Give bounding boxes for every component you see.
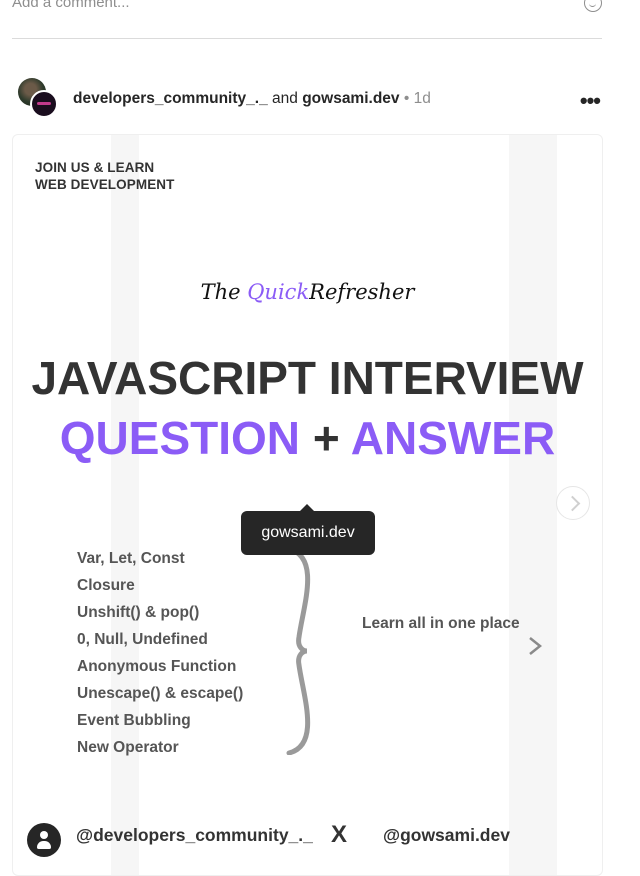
learn-text: Learn all in one place <box>362 615 520 632</box>
user-icon-body <box>37 841 51 849</box>
headline-plus: + <box>312 412 340 464</box>
x-mark: X <box>331 821 348 848</box>
curly-brace-icon <box>286 547 311 755</box>
join-text: JOIN US & LEARN WEB DEVELOPMENT <box>35 159 175 193</box>
author-primary-link[interactable]: developers_community_._ <box>73 90 268 107</box>
time-separator: • <box>403 90 410 107</box>
join-line-2: WEB DEVELOPMENT <box>35 177 175 192</box>
tagline: The QuickRefresher <box>13 280 602 304</box>
bg-stripe <box>509 135 557 875</box>
headline-answer: ANSWER <box>350 412 556 464</box>
bg-stripe <box>111 135 139 875</box>
topic-item: Unescape() & escape() <box>77 685 244 702</box>
user-icon-head <box>40 831 48 839</box>
tagline-highlight: Quick <box>247 280 310 304</box>
post-time[interactable]: 1d <box>414 90 431 107</box>
author-line: developers_community_._ and gowsami.dev … <box>73 90 431 108</box>
handle-right: @gowsami.dev <box>383 825 510 845</box>
comment-bar: Add a comment... <box>12 0 602 39</box>
topic-list: Var, Let, Const Closure Unshift() & pop(… <box>77 545 243 761</box>
avatar-primary[interactable] <box>30 90 58 118</box>
tagline-suffix: Refresher <box>309 280 415 304</box>
author-secondary-link[interactable]: gowsami.dev <box>302 90 399 107</box>
topic-item: 0, Null, Undefined <box>77 631 208 648</box>
comment-input[interactable]: Add a comment... <box>12 0 130 11</box>
topic-item: Anonymous Function <box>77 658 237 675</box>
user-tag-icon[interactable] <box>27 823 61 857</box>
more-options-icon[interactable]: ••• <box>580 90 601 112</box>
post-media[interactable]: JOIN US & LEARN WEB DEVELOPMENT The Quic… <box>12 134 603 876</box>
author-connector: and <box>272 90 298 107</box>
join-line-1: JOIN US & LEARN <box>35 160 155 175</box>
topic-item: New Operator <box>77 739 179 756</box>
chevron-right-icon[interactable] <box>556 486 590 520</box>
headline-line-2: QUESTION + ANSWER <box>13 411 602 465</box>
handle-left: @developers_community_._ <box>76 825 313 845</box>
topic-item: Unshift() & pop() <box>77 604 200 621</box>
topic-item: Var, Let, Const <box>77 550 185 567</box>
topic-item: Event Bubbling <box>77 712 191 729</box>
headline-question: QUESTION <box>59 412 301 464</box>
topic-item: Closure <box>77 577 135 594</box>
user-tag-tooltip[interactable]: gowsami.dev <box>241 504 375 555</box>
tagline-prefix: The <box>200 280 241 304</box>
arrow-right-icon <box>450 637 543 655</box>
smiley-icon[interactable] <box>584 0 602 12</box>
headline-line-1: JAVASCRIPT INTERVIEW <box>31 352 584 404</box>
post-header: developers_community_._ and gowsami.dev … <box>16 76 606 122</box>
